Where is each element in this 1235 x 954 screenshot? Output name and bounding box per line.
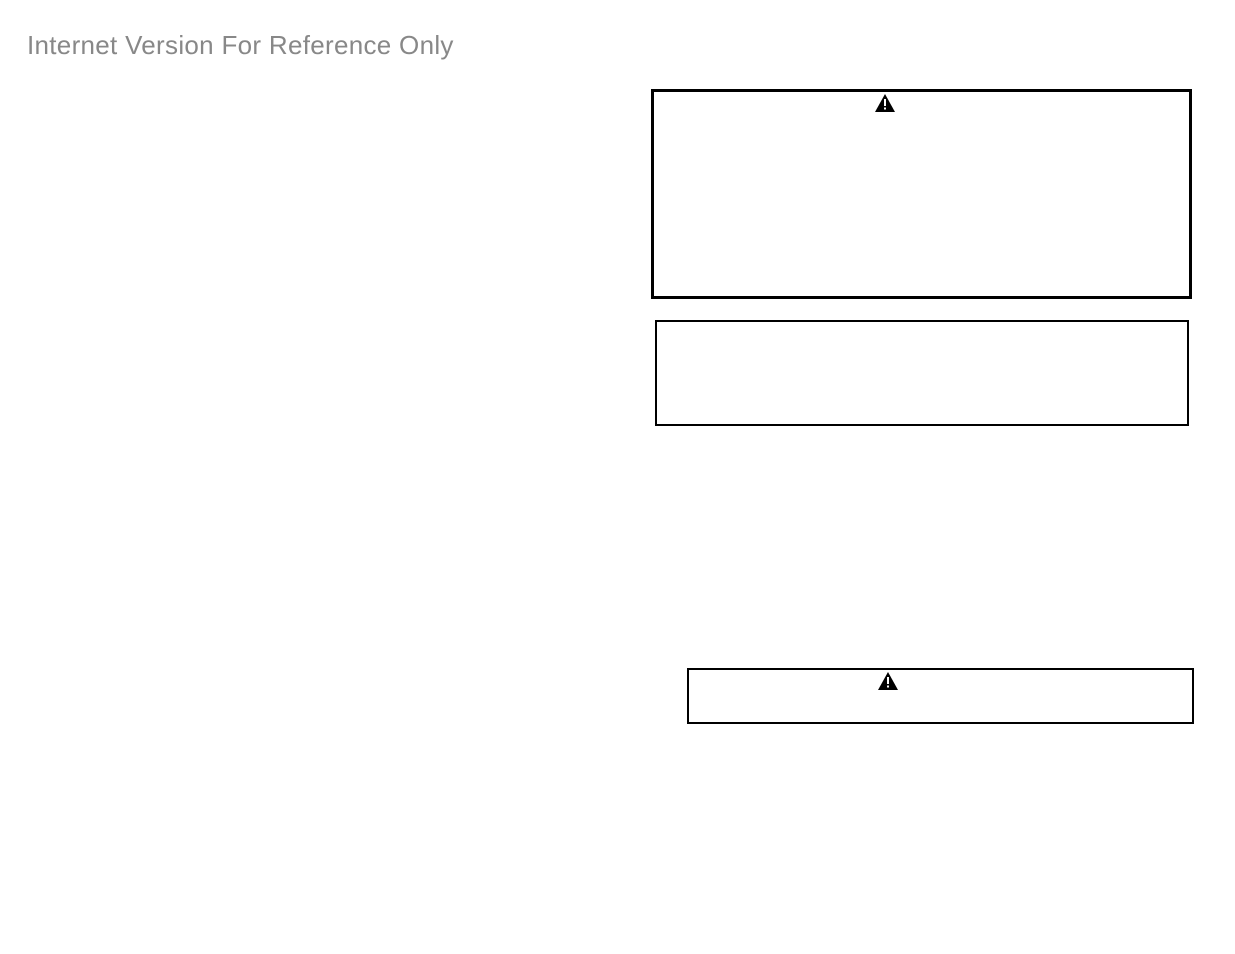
warning-icon <box>878 672 898 690</box>
callout-box-2 <box>655 320 1189 426</box>
document-page: Internet Version For Reference Only <box>0 0 1235 954</box>
warning-icon <box>875 94 895 112</box>
callout-box-1 <box>651 89 1192 299</box>
callout-box-3 <box>687 668 1194 724</box>
watermark-text: Internet Version For Reference Only <box>27 30 454 61</box>
